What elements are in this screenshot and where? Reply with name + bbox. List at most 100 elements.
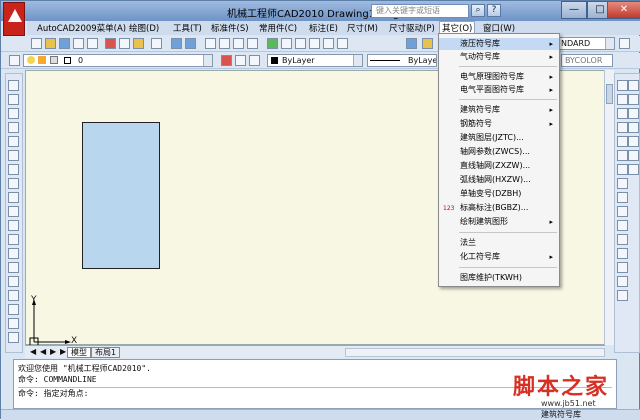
tool-palettes-icon[interactable]: [295, 38, 306, 49]
undo-icon[interactable]: [171, 38, 182, 49]
hatch-icon[interactable]: [8, 276, 19, 287]
scale-icon[interactable]: [617, 178, 628, 189]
offset-icon[interactable]: [617, 122, 628, 133]
menu-item-pneumatic-symbols[interactable]: 气动符号库 ▸: [439, 51, 559, 63]
help-icon[interactable]: ?: [487, 4, 501, 17]
menu-standard-parts[interactable]: 标准件(S): [209, 22, 251, 34]
construction-line-icon[interactable]: [8, 94, 19, 105]
app-logo-icon[interactable]: [3, 2, 25, 36]
gradient-icon[interactable]: [8, 290, 19, 301]
arc-icon[interactable]: [8, 150, 19, 161]
menu-draw[interactable]: 绘图(D): [127, 22, 161, 34]
revision-cloud-icon[interactable]: [8, 178, 19, 189]
cut-icon[interactable]: [105, 38, 116, 49]
zoom-realtime-icon[interactable]: [219, 38, 230, 49]
snap-quadrant-icon[interactable]: [628, 136, 639, 147]
join-icon[interactable]: [617, 248, 628, 259]
match-properties-icon[interactable]: [151, 38, 162, 49]
menu-autocad2009[interactable]: AutoCAD2009菜单(A): [35, 22, 128, 34]
move-icon[interactable]: [617, 150, 628, 161]
open-icon[interactable]: [45, 38, 56, 49]
copy-icon[interactable]: [119, 38, 130, 49]
copy-object-icon[interactable]: [617, 94, 628, 105]
rotate-icon[interactable]: [617, 164, 628, 175]
tab-layout1[interactable]: 布局1: [91, 347, 121, 358]
quick-calc-icon[interactable]: [337, 38, 348, 49]
line-icon[interactable]: [8, 80, 19, 91]
linetype-combo[interactable]: ByLayer: [367, 54, 437, 67]
save-icon[interactable]: [59, 38, 70, 49]
menu-item-electrical-schematic[interactable]: 电气原理图符号库 ▸: [439, 71, 559, 83]
dim-style-icon[interactable]: [619, 38, 630, 49]
snap-center-icon[interactable]: [628, 122, 639, 133]
text-style-icon[interactable]: [422, 38, 433, 49]
chevron-down-icon[interactable]: [605, 38, 614, 49]
color-combo[interactable]: ByLayer: [267, 54, 363, 67]
snap-tangent-icon[interactable]: [628, 150, 639, 161]
chevron-down-icon[interactable]: [353, 55, 362, 66]
stretch-icon[interactable]: [617, 192, 628, 203]
menu-dimension-driven[interactable]: 尺寸驱动(P): [387, 22, 437, 34]
redo-icon[interactable]: [185, 38, 196, 49]
paste-icon[interactable]: [133, 38, 144, 49]
make-current-layer-icon[interactable]: [221, 55, 232, 66]
menu-item-electrical-plan[interactable]: 电气平面图符号库 ▸: [439, 84, 559, 96]
ellipse-arc-icon[interactable]: [8, 220, 19, 231]
menu-item-chemical-symbols[interactable]: 化工符号库 ▸: [439, 251, 559, 263]
tab-model[interactable]: 模型: [67, 347, 91, 358]
extend-icon[interactable]: [617, 220, 628, 231]
layer-previous-icon[interactable]: [235, 55, 246, 66]
minimize-button[interactable]: —: [561, 1, 587, 19]
snap-midpoint-icon[interactable]: [628, 94, 639, 105]
layer-manager-icon[interactable]: [9, 55, 20, 66]
text-style-combo[interactable]: NDARD: [557, 37, 615, 50]
scroll-thumb[interactable]: [606, 84, 613, 104]
layer-combo[interactable]: 0: [23, 54, 213, 67]
menu-common-parts[interactable]: 常用件(C): [257, 22, 299, 34]
layer-isolate-icon[interactable]: [249, 55, 260, 66]
menu-item-grid-params[interactable]: 轴网参数(ZWCS)...: [439, 146, 559, 158]
new-icon[interactable]: [31, 38, 42, 49]
markup-icon[interactable]: [323, 38, 334, 49]
rectangle-icon[interactable]: [8, 136, 19, 147]
print-icon[interactable]: [73, 38, 84, 49]
sheet-set-icon[interactable]: [309, 38, 320, 49]
menu-item-rebar-symbols[interactable]: 钢筋符号 ▸: [439, 118, 559, 130]
polyline-icon[interactable]: [8, 108, 19, 119]
design-center-icon[interactable]: [281, 38, 292, 49]
drawn-rectangle[interactable]: [82, 122, 160, 269]
snap-endpoint-icon[interactable]: [628, 80, 639, 91]
search-input[interactable]: 键入关键字或短语: [371, 4, 469, 18]
chamfer-icon[interactable]: [617, 262, 628, 273]
point-icon[interactable]: [8, 262, 19, 273]
menu-dimension[interactable]: 尺寸(M): [345, 22, 380, 34]
preview-icon[interactable]: [87, 38, 98, 49]
fillet-icon[interactable]: [617, 276, 628, 287]
insert-block-icon[interactable]: [8, 234, 19, 245]
circle-icon[interactable]: [8, 164, 19, 175]
explode-icon[interactable]: [617, 290, 628, 301]
spline-icon[interactable]: [8, 192, 19, 203]
menu-item-flange[interactable]: 法兰: [439, 237, 559, 249]
pan-icon[interactable]: [205, 38, 216, 49]
array-icon[interactable]: [617, 136, 628, 147]
menu-item-straight-grid[interactable]: 直线轴网(ZXZW)...: [439, 160, 559, 172]
properties-icon[interactable]: [267, 38, 278, 49]
help-toolbar-icon[interactable]: [406, 38, 417, 49]
snap-intersection-icon[interactable]: [628, 108, 639, 119]
snap-perpendicular-icon[interactable]: [628, 164, 639, 175]
zoom-window-icon[interactable]: [233, 38, 244, 49]
break-icon[interactable]: [617, 234, 628, 245]
table-icon[interactable]: [8, 318, 19, 329]
menu-item-draw-architecture[interactable]: 绘制建筑图形 ▸: [439, 216, 559, 228]
menu-item-elevation-dim[interactable]: 123 标高标注(BGBZ)...: [439, 202, 559, 214]
menu-item-architecture-symbols[interactable]: 建筑符号库 ▸: [439, 104, 559, 116]
erase-icon[interactable]: [617, 80, 628, 91]
polygon-icon[interactable]: [8, 122, 19, 133]
mirror-icon[interactable]: [617, 108, 628, 119]
menu-item-arc-grid[interactable]: 弧线轴网(HXZW)...: [439, 174, 559, 186]
menu-annotate[interactable]: 标注(E): [307, 22, 340, 34]
chevron-down-icon[interactable]: [203, 55, 212, 66]
horizontal-scrollbar[interactable]: [345, 348, 605, 357]
trim-icon[interactable]: [617, 206, 628, 217]
